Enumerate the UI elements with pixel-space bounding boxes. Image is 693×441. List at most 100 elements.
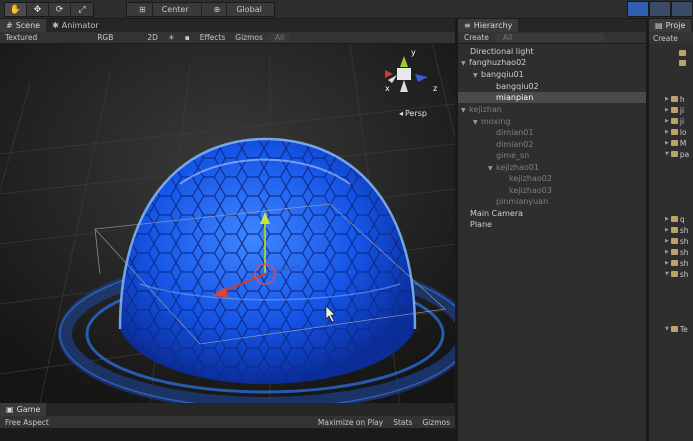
folder-item[interactable]: ▶ h <box>665 94 685 104</box>
color-mode-dropdown[interactable]: RGB <box>92 33 118 42</box>
expand-arrow-icon[interactable]: ▶ <box>665 238 669 244</box>
persp-label[interactable]: ◂ Persp <box>399 109 427 118</box>
expand-arrow-icon[interactable]: ▶ <box>665 96 669 102</box>
tree-item[interactable]: dimian01 <box>496 127 533 138</box>
scene-viewport[interactable]: y x z ◂ Persp <box>0 44 455 403</box>
expand-arrow-icon[interactable]: ▼ <box>488 163 496 174</box>
move-tool-button[interactable]: ✥ <box>27 3 49 16</box>
tree-item[interactable]: pinmianyuan <box>496 196 548 207</box>
tab-scene-label: Scene <box>15 21 41 30</box>
expand-arrow-icon[interactable]: ▶ <box>665 107 669 113</box>
folder-item[interactable]: ▶ sh <box>665 258 689 268</box>
tree-item[interactable]: Main Camera <box>470 208 523 219</box>
tree-item[interactable]: Plane <box>470 219 492 230</box>
tree-item-label: dimian02 <box>496 140 534 149</box>
project-create-dropdown[interactable]: Create <box>649 34 682 43</box>
tree-item[interactable]: Directional light <box>470 46 534 57</box>
tree-item[interactable]: ▼ bangqiu01 <box>473 69 524 80</box>
tree-item[interactable]: bangqiu02 <box>496 81 539 92</box>
tab-animator[interactable]: ✱ Animator <box>46 19 104 32</box>
expand-arrow-icon[interactable]: ▶ <box>665 216 669 222</box>
rotate-tool-button[interactable]: ⟳ <box>49 3 71 16</box>
tree-item[interactable]: kejizhao02 <box>509 173 552 184</box>
step-button[interactable] <box>671 1 693 17</box>
transform-tools: ✋ ✥ ⟳ ⤢ <box>4 2 94 17</box>
pause-button[interactable] <box>649 1 671 17</box>
tree-item-selected[interactable]: mianpian <box>496 92 533 103</box>
folder-item[interactable]: ▶ q <box>665 214 685 224</box>
folder-item[interactable]: ▶ lo <box>665 127 687 137</box>
folder-item[interactable]: ▶ ji <box>665 116 684 126</box>
folder-item[interactable]: ▼ pa <box>665 149 689 159</box>
expand-arrow-icon[interactable]: ▶ <box>665 129 669 135</box>
expand-arrow-icon[interactable]: ▼ <box>461 105 469 116</box>
tree-item[interactable]: kejizhao03 <box>509 185 552 196</box>
maximize-on-play-toggle[interactable]: Maximize on Play <box>313 418 388 427</box>
folder-item[interactable]: ▶ ji <box>665 105 684 115</box>
expand-arrow-icon[interactable]: ▶ <box>665 227 669 233</box>
project-options-bar: Create <box>649 32 693 44</box>
effects-dropdown[interactable]: Effects <box>195 33 231 42</box>
tab-animator-label: Animator <box>61 21 99 30</box>
expand-arrow-icon[interactable]: ▼ <box>473 117 481 128</box>
folder-label: sh <box>679 269 689 279</box>
folder-label: M <box>679 138 687 148</box>
tree-item[interactable]: gime_sn <box>496 150 529 161</box>
lighting-icon[interactable]: ☀ <box>163 33 180 42</box>
tab-project[interactable]: ▤ Proje <box>649 19 692 32</box>
scale-tool-button[interactable]: ⤢ <box>71 3 93 16</box>
tree-item[interactable]: dimian02 <box>496 139 533 150</box>
expand-arrow-icon[interactable]: ▼ <box>665 271 669 277</box>
expand-arrow-icon[interactable]: ▶ <box>665 140 669 146</box>
stats-toggle[interactable]: Stats <box>388 418 417 427</box>
hand-tool-button[interactable]: ✋ <box>5 3 27 16</box>
tree-item[interactable]: ▼ kejizhao01 <box>488 162 539 173</box>
main-toolbar: ✋ ✥ ⟳ ⤢ ⊞ Center ⊕ Global <box>0 0 693 19</box>
folder-item[interactable] <box>679 48 686 58</box>
audio-icon[interactable]: ▪ <box>180 33 195 42</box>
gizmos-dropdown[interactable]: Gizmos <box>230 33 268 42</box>
tree-item[interactable]: ▼ moxing <box>473 116 511 127</box>
folder-icon <box>670 118 678 124</box>
hierarchy-icon: ≡ <box>464 21 471 30</box>
folder-label: sh <box>679 258 689 268</box>
mode-2d-toggle[interactable]: 2D <box>142 33 163 42</box>
folder-icon <box>670 140 678 146</box>
folder-item[interactable]: ▶ sh <box>665 225 689 235</box>
gizmo-axis-y: y <box>411 48 416 57</box>
expand-arrow-icon[interactable]: ▼ <box>665 151 669 157</box>
scene-search-input[interactable]: All <box>267 33 292 42</box>
folder-item[interactable]: ▶ sh <box>665 236 689 246</box>
tree-item[interactable]: ▼ kejizhan <box>461 104 502 115</box>
expand-arrow-icon[interactable]: ▶ <box>665 118 669 124</box>
expand-arrow-icon[interactable]: ▶ <box>665 260 669 266</box>
expand-arrow-icon[interactable]: ▼ <box>473 70 481 81</box>
pivot-global-button[interactable]: ⊕ Global <box>202 3 274 16</box>
tab-scene[interactable]: # Scene <box>0 19 47 32</box>
folder-item[interactable]: ▼ Te <box>665 324 688 334</box>
folder-item[interactable] <box>679 58 686 68</box>
render-mode-dropdown[interactable]: Textured <box>0 33 42 42</box>
expand-arrow-icon[interactable]: ▼ <box>461 58 469 69</box>
expand-arrow-icon[interactable]: ▼ <box>665 326 669 332</box>
expand-arrow-icon[interactable]: ▶ <box>665 249 669 255</box>
folder-icon <box>679 60 686 66</box>
pivot-center-button[interactable]: ⊞ Center <box>127 3 202 16</box>
aspect-dropdown[interactable]: Free Aspect <box>0 418 54 427</box>
hierarchy-search-input[interactable]: All <box>494 33 605 42</box>
tab-hierarchy[interactable]: ≡ Hierarchy <box>458 19 519 32</box>
game-gizmos-dropdown[interactable]: Gizmos <box>417 418 455 427</box>
folder-item[interactable]: ▼ sh <box>665 269 689 279</box>
tab-game[interactable]: ▣ Game <box>0 403 47 416</box>
play-button[interactable] <box>627 1 649 17</box>
hand-icon: ✋ <box>9 4 22 15</box>
persp-text: Persp <box>405 109 428 118</box>
folder-icon <box>670 216 678 222</box>
pivot-global-label: Global <box>236 5 262 14</box>
folder-label: ji <box>679 105 685 115</box>
game-view[interactable] <box>0 428 455 441</box>
folder-item[interactable]: ▶ sh <box>665 247 689 257</box>
folder-item[interactable]: ▶ M <box>665 138 686 148</box>
tree-item[interactable]: ▼ fanghuzhao02 <box>461 57 526 68</box>
hierarchy-create-dropdown[interactable]: Create <box>458 33 495 42</box>
